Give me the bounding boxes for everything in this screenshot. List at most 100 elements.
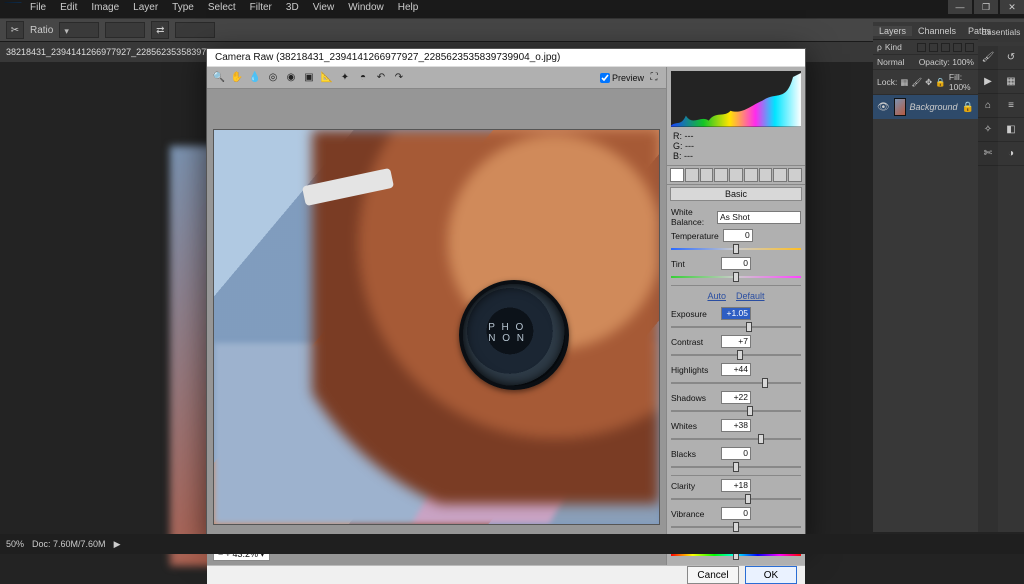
split-tab-icon[interactable] (729, 168, 743, 182)
menu-window[interactable]: Window (348, 2, 384, 13)
fill-value[interactable]: 100% (949, 82, 971, 92)
rotate-cw-icon[interactable]: ↷ (391, 70, 407, 86)
menu-edit[interactable]: Edit (60, 2, 77, 13)
menu-view[interactable]: View (313, 2, 335, 13)
filter-pixel-icon[interactable] (917, 43, 926, 52)
rotate-ccw-icon[interactable]: ↶ (373, 70, 389, 86)
cr-preview-image[interactable] (213, 129, 660, 525)
detail-tab-icon[interactable] (700, 168, 714, 182)
cancel-button[interactable]: Cancel (687, 566, 739, 584)
menu-filter[interactable]: Filter (250, 2, 272, 13)
menu-file[interactable]: File (30, 2, 46, 13)
temperature-value[interactable]: 0 (723, 229, 753, 242)
scissors-icon[interactable]: ✄ (978, 142, 998, 166)
contrast-slider[interactable] (671, 350, 801, 360)
curve-tab-icon[interactable] (685, 168, 699, 182)
fx-tab-icon[interactable] (759, 168, 773, 182)
menu-help[interactable]: Help (398, 2, 419, 13)
filter-smart-icon[interactable] (965, 43, 974, 52)
tab-paths[interactable]: Paths (962, 26, 997, 36)
menu-3d[interactable]: 3D (286, 2, 299, 13)
sampler-tool-icon[interactable]: ◎ (265, 70, 281, 86)
straighten-tool-icon[interactable]: 📐 (319, 70, 335, 86)
whites-value[interactable]: +38 (721, 419, 751, 432)
tab-layers[interactable]: Layers (873, 26, 912, 36)
properties-icon[interactable]: ⌂ (978, 94, 998, 118)
histogram[interactable] (671, 71, 801, 127)
tab-channels[interactable]: Channels (912, 26, 962, 36)
ratio-h-field[interactable] (175, 22, 215, 38)
menu-type[interactable]: Type (172, 2, 194, 13)
hand-tool-icon[interactable]: ✋ (229, 70, 245, 86)
lens-tab-icon[interactable] (744, 168, 758, 182)
filter-adjust-icon[interactable] (929, 43, 938, 52)
zoom-tool-icon[interactable]: 🔍 (211, 70, 227, 86)
shadows-slider[interactable] (671, 406, 801, 416)
clarity-slider[interactable] (671, 494, 801, 504)
highlights-slider[interactable] (671, 378, 801, 388)
adjustments-icon[interactable]: ◑ (998, 142, 1024, 166)
calib-tab-icon[interactable] (773, 168, 787, 182)
status-doc-size[interactable]: Doc: 7.60M/7.60M (32, 539, 106, 549)
shadows-value[interactable]: +22 (721, 391, 751, 404)
filter-type-icon[interactable] (941, 43, 950, 52)
lock-all-icon[interactable]: 🔒 (935, 77, 946, 88)
menu-layer[interactable]: Layer (133, 2, 158, 13)
close-button[interactable]: ✕ (1000, 0, 1024, 14)
preview-toggle[interactable] (600, 73, 610, 83)
spot-tool-icon[interactable]: ✦ (337, 70, 353, 86)
swatches-icon[interactable]: ▦ (998, 70, 1024, 94)
ok-button[interactable]: OK (745, 566, 797, 584)
lock-pixels-icon[interactable]: 🖌 (911, 77, 922, 88)
tint-value[interactable]: 0 (721, 257, 751, 270)
color-icon[interactable]: ◧ (998, 118, 1024, 142)
status-play-icon[interactable]: ▶ (114, 539, 121, 550)
lock-position-icon[interactable]: ✥ (925, 77, 932, 88)
layer-row-background[interactable]: 👁 Background 🔒 (873, 95, 978, 119)
wb-dropdown[interactable]: As Shot (717, 211, 801, 224)
hsl-tab-icon[interactable] (714, 168, 728, 182)
crop-tool-icon[interactable]: ▣ (301, 70, 317, 86)
filter-shape-icon[interactable] (953, 43, 962, 52)
status-zoom[interactable]: 50% (6, 539, 24, 549)
lock-transparent-icon[interactable]: ▦ (900, 77, 908, 88)
vibrance-value[interactable]: 0 (721, 507, 751, 520)
actions-icon[interactable]: ▶ (978, 70, 998, 94)
exposure-slider[interactable] (671, 322, 801, 332)
brush-presets-icon[interactable]: 🖌 (978, 46, 998, 70)
exposure-value[interactable]: +1.05 (721, 307, 751, 320)
kind-dropdown[interactable]: Kind (885, 42, 902, 52)
vibrance-slider[interactable] (671, 522, 801, 532)
menu-select[interactable]: Select (208, 2, 236, 13)
blacks-value[interactable]: 0 (721, 447, 751, 460)
crop-tool-icon[interactable]: ✂ (6, 21, 24, 39)
presets-tab-icon[interactable] (788, 168, 802, 182)
blend-mode-dropdown[interactable]: Normal (877, 57, 904, 67)
tint-slider[interactable] (671, 272, 801, 282)
target-adjust-icon[interactable]: ◉ (283, 70, 299, 86)
blacks-slider[interactable] (671, 462, 801, 472)
contrast-value[interactable]: +7 (721, 335, 751, 348)
visibility-icon[interactable]: 👁 (877, 102, 890, 113)
styles-icon[interactable]: ✧ (978, 118, 998, 142)
basic-tab-icon[interactable] (670, 168, 684, 182)
swap-icon[interactable]: ⇄ (151, 21, 169, 39)
minimize-button[interactable]: — (948, 0, 972, 14)
temperature-slider[interactable] (671, 244, 801, 254)
redeye-tool-icon[interactable]: ◓ (355, 70, 371, 86)
fullscreen-icon[interactable]: ⛶ (646, 70, 662, 86)
ratio-w-field[interactable] (105, 22, 145, 38)
menu-image[interactable]: Image (91, 2, 119, 13)
auto-link[interactable]: Auto (707, 291, 726, 301)
history-icon[interactable]: ↺ (998, 46, 1024, 70)
default-link[interactable]: Default (736, 291, 765, 301)
whites-slider[interactable] (671, 434, 801, 444)
libraries-icon[interactable]: ≡ (998, 94, 1024, 118)
ratio-dropdown[interactable]: ▾ (59, 22, 99, 38)
layer-name[interactable]: Background (910, 102, 958, 112)
opacity-value[interactable]: 100% (952, 57, 974, 67)
wb-tool-icon[interactable]: 💧 (247, 70, 263, 86)
preview-checkbox[interactable]: Preview (600, 73, 644, 83)
highlights-value[interactable]: +44 (721, 363, 751, 376)
maximize-button[interactable]: ❐ (974, 0, 998, 14)
